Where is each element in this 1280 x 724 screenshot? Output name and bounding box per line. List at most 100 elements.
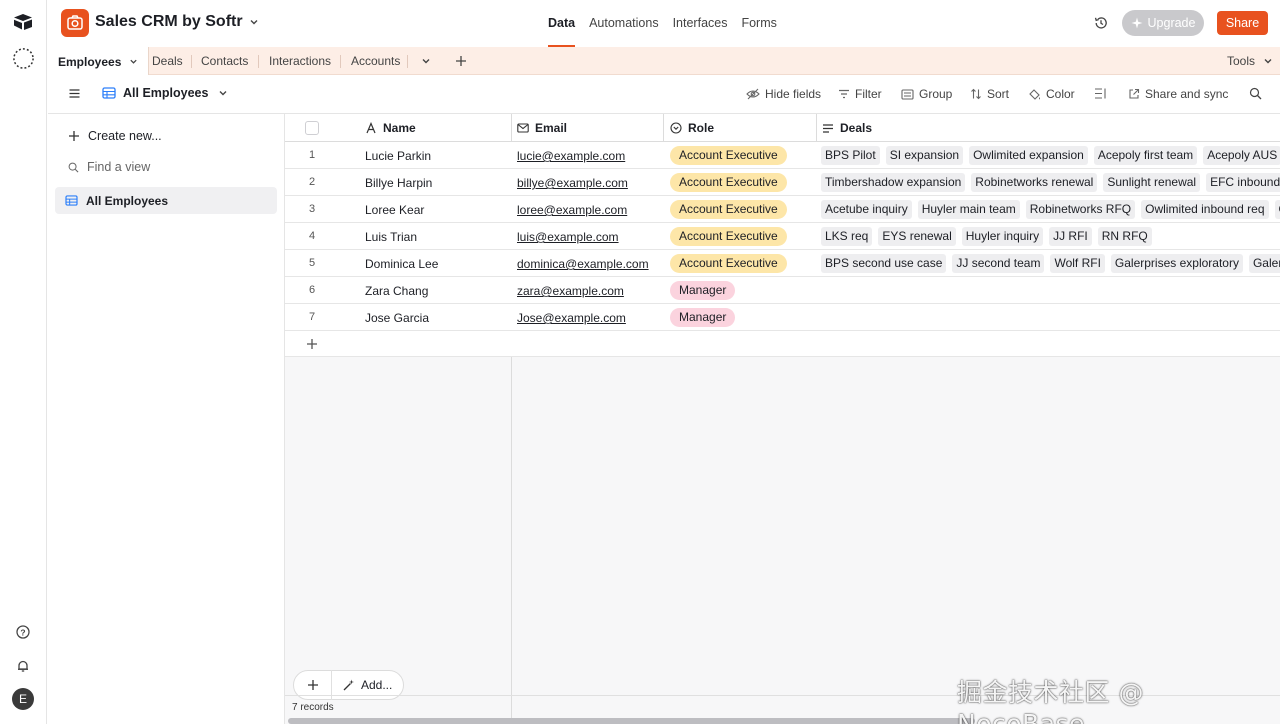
deal-chip[interactable]: RN RFQ [1097,227,1152,246]
deal-chip[interactable]: SI expansion [885,146,964,165]
cell-deals[interactable]: Acetube inquiry Huyler main team Robinetwo… [821,200,1280,219]
tools-menu[interactable]: Tools [1227,47,1273,75]
table-row[interactable]: 1 Lucie Parkin lucie@example.com Account Ex… [285,142,1280,169]
column-header-role[interactable]: Role [670,114,714,142]
nav-automations[interactable]: Automations [589,0,658,47]
upgrade-label: Upgrade [1147,16,1196,30]
more-tables-chevron-icon[interactable] [421,56,431,66]
deal-chip[interactable]: Owlimited inbound req [1141,200,1269,219]
group-button[interactable]: Group [901,87,952,101]
tab-accounts[interactable]: Accounts [351,47,400,75]
column-header-email[interactable]: Email [517,114,567,142]
notifications-bell-icon[interactable] [16,659,30,673]
help-icon[interactable]: ? [16,625,30,639]
cell-email-link[interactable]: luis@example.com [517,230,619,244]
deal-chip[interactable]: Galerprises exploratory [1110,254,1243,273]
find-view-input[interactable]: Find a view [68,160,150,174]
table-row[interactable]: 3 Loree Kear loree@example.com Account Exec… [285,196,1280,223]
cell-email-link[interactable]: dominica@example.com [517,257,649,271]
deal-chip[interactable]: EFC inbound [1206,173,1280,192]
column-header-deals[interactable]: Deals [822,114,872,142]
cell-name[interactable]: Dominica Lee [365,257,438,271]
filter-button[interactable]: Filter [838,87,882,101]
column-header-name[interactable]: Name [365,114,416,142]
history-icon[interactable] [1093,15,1109,31]
deal-chip[interactable]: Acepoly AUS [1203,146,1280,165]
deal-chip[interactable]: Sunlight renewal [1103,173,1201,192]
cell-name[interactable]: Loree Kear [365,203,424,217]
color-button[interactable]: Color [1028,87,1075,101]
horizontal-scrollbar[interactable] [288,718,975,724]
deal-chip[interactable]: Timbershadow expansion [821,173,966,192]
cell-email-link[interactable]: loree@example.com [517,203,627,217]
cell-email-link[interactable]: zara@example.com [517,284,624,298]
cell-email-link[interactable]: lucie@example.com [517,149,625,163]
deal-chip[interactable]: Galerprise [1248,254,1280,273]
deal-chip[interactable]: Gale [1274,200,1280,219]
deal-chip[interactable]: JJ RFI [1049,227,1092,246]
role-pill[interactable]: Account Executive [670,200,787,219]
deal-chip[interactable]: EYS renewal [878,227,956,246]
deal-chip[interactable]: JJ second team [952,254,1045,273]
tab-interactions[interactable]: Interactions [269,47,331,75]
role-pill[interactable]: Manager [670,308,736,327]
deal-chip[interactable]: Owlimited expansion [969,146,1088,165]
table-row[interactable]: 4 Luis Trian luis@example.com Account Execu… [285,223,1280,250]
tab-contacts[interactable]: Contacts [201,47,248,75]
cell-deals[interactable]: BPS Pilot SI expansion Owlimited expansion… [821,146,1280,165]
select-all-checkbox[interactable] [305,121,319,135]
hide-fields-button[interactable]: Hide fields [746,87,821,101]
user-avatar[interactable]: E [12,688,34,710]
share-and-sync-button[interactable]: Share and sync [1128,87,1228,101]
cell-deals[interactable]: Timbershadow expansion Robinetworks renew… [821,173,1280,192]
create-view-button[interactable]: Create new... [68,129,162,143]
deal-chip[interactable]: Robinetworks RFQ [1025,200,1136,219]
upgrade-button[interactable]: Upgrade [1122,10,1204,36]
deal-chip[interactable]: Huyler main team [917,200,1020,219]
cell-name[interactable]: Lucie Parkin [365,149,431,163]
cell-name[interactable]: Billye Harpin [365,176,432,190]
table-row[interactable]: 5 Dominica Lee dominica@example.com Account… [285,250,1280,277]
deal-chip[interactable]: Acetube inquiry [821,200,912,219]
cell-deals[interactable]: LKS req EYS renewal Huyler inquiry JJ RFI RN… [821,227,1152,246]
row-height-icon[interactable] [1094,87,1107,100]
add-record-row[interactable] [285,331,1280,357]
deal-chip[interactable]: BPS Pilot [821,146,880,165]
airtable-logo-icon[interactable] [13,13,33,31]
workspace-icon[interactable] [12,47,35,70]
deal-chip[interactable]: Huyler inquiry [961,227,1044,246]
nav-forms[interactable]: Forms [741,0,776,47]
search-icon[interactable] [1249,87,1262,100]
cell-deals[interactable]: BPS second use case JJ second team Wolf RF… [821,254,1280,273]
sidebar-view-all-employees[interactable]: All Employees [55,187,277,214]
toggle-sidebar-menu-icon[interactable] [68,87,81,100]
role-pill[interactable]: Account Executive [670,146,787,165]
nav-data[interactable]: Data [548,0,576,47]
view-switcher[interactable]: All Employees [102,86,228,100]
table-row[interactable]: 7 Jose Garcia Jose@example.com Manager [285,304,1280,331]
cell-name[interactable]: Zara Chang [365,284,428,298]
cell-name[interactable]: Luis Trian [365,230,417,244]
add-table-plus-icon[interactable] [455,55,467,67]
deal-chip[interactable]: BPS second use case [821,254,947,273]
table-row[interactable]: 6 Zara Chang zara@example.com Manager [285,277,1280,304]
base-title[interactable]: Sales CRM by Softr [95,13,259,31]
nav-interfaces[interactable]: Interfaces [673,0,728,47]
deal-chip[interactable]: Robinetworks renewal [971,173,1098,192]
cell-email-link[interactable]: billye@example.com [517,176,628,190]
role-pill[interactable]: Account Executive [670,227,787,246]
role-pill[interactable]: Manager [670,281,736,300]
role-pill[interactable]: Account Executive [670,254,787,273]
tab-deals[interactable]: Deals [152,47,183,75]
role-pill[interactable]: Account Executive [670,173,787,192]
deal-chip[interactable]: Wolf RFI [1050,254,1105,273]
add-with-ai-button[interactable]: Add... [332,678,392,692]
sort-button[interactable]: Sort [970,87,1009,101]
tab-employees[interactable]: Employees [48,47,150,76]
share-button[interactable]: Share [1217,11,1268,35]
table-row[interactable]: 2 Billye Harpin billye@example.com Account … [285,169,1280,196]
cell-name[interactable]: Jose Garcia [365,311,429,325]
deal-chip[interactable]: LKS req [821,227,873,246]
cell-email-link[interactable]: Jose@example.com [517,311,626,325]
deal-chip[interactable]: Acepoly first team [1093,146,1198,165]
